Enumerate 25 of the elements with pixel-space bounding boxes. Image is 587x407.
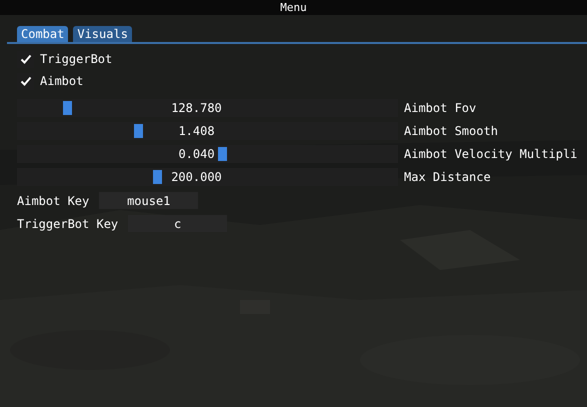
- slider[interactable]: 0.040: [17, 144, 398, 162]
- slider[interactable]: 128.780: [17, 98, 398, 116]
- slider-label: Max Distance: [404, 170, 491, 184]
- slider-label: Aimbot Velocity Multipli: [404, 146, 578, 160]
- slider-handle[interactable]: [152, 170, 162, 184]
- tab[interactable]: Visuals: [73, 26, 132, 42]
- slider-value: 128.780: [171, 100, 222, 114]
- slider-handle[interactable]: [63, 100, 72, 114]
- slider-handle[interactable]: [134, 124, 144, 138]
- key-field[interactable]: c: [128, 215, 228, 232]
- tab[interactable]: Combat: [17, 26, 68, 42]
- slider-label: Aimbot Smooth: [404, 124, 498, 138]
- key-field[interactable]: mouse1: [99, 192, 198, 209]
- checkbox-label: TriggerBot: [40, 52, 112, 66]
- window-title: Menu: [280, 1, 307, 14]
- slider-value: 1.408: [178, 124, 215, 138]
- key-label: Aimbot Key: [17, 194, 90, 208]
- checkbox-label: Aimbot: [40, 74, 84, 88]
- slider-label: Aimbot Fov: [404, 100, 476, 114]
- slider[interactable]: 200.000: [17, 168, 398, 186]
- slider[interactable]: 1.408: [17, 122, 398, 140]
- slider-handle[interactable]: [218, 146, 227, 160]
- key-label: TriggerBot Key: [17, 216, 118, 230]
- slider-value: 200.000: [171, 170, 222, 184]
- slider-value: 0.040: [178, 146, 215, 160]
